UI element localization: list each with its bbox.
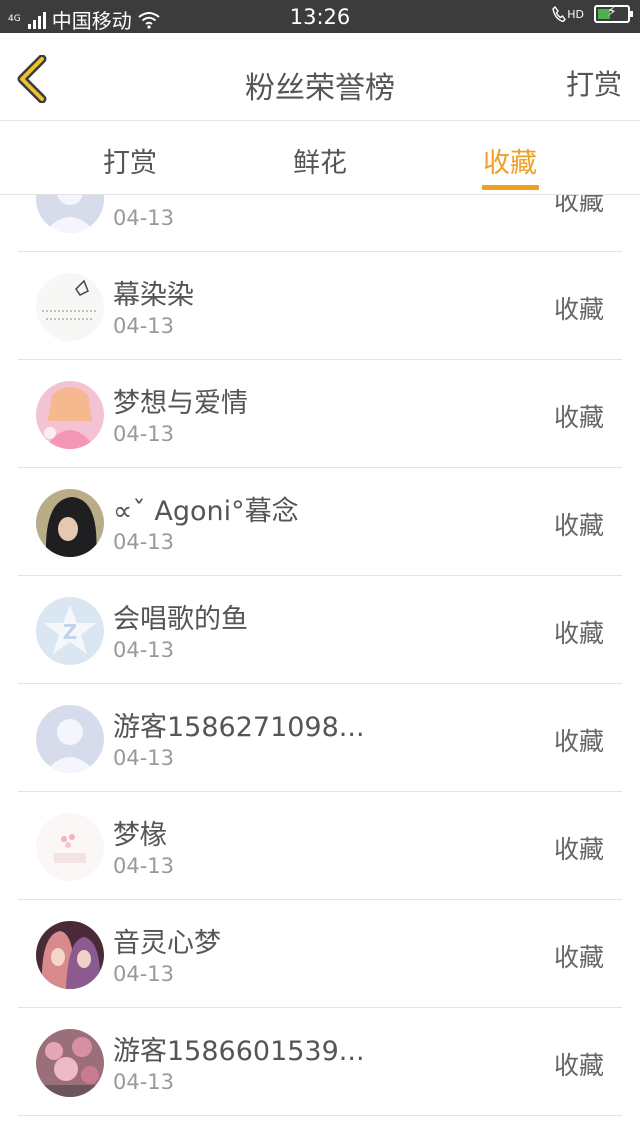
status-time: 13:26 [289,5,351,29]
avatar [36,273,104,341]
fan-action: 收藏 [553,511,604,540]
fan-name: 游客1586601539... [113,1036,365,1067]
status-bar: 4G 中国移动 13:26 HD ⚡ [0,0,640,33]
list-item[interactable]: Z 会唱歌的鱼 04-13 收藏 [18,576,622,684]
fan-list[interactable]: 04-13 收藏 幕染染 04-13 收藏 梦想与爱情 04-13 收藏 ∝ˇ … [0,142,640,1138]
svg-text:Z: Z [63,620,78,644]
page-title: 粉丝荣誉榜 [245,71,395,106]
fan-action: 收藏 [553,943,604,972]
avatar [36,1029,104,1097]
fan-date: 04-13 [113,962,175,986]
list-item[interactable]: 音灵心梦 04-13 收藏 [18,900,622,1008]
avatar [36,921,104,989]
fan-date: 04-13 [113,746,175,770]
fan-action: 收藏 [553,403,604,432]
avatar [36,489,104,557]
fan-name: ∝ˇ Agoni°暮念 [113,496,299,527]
list-item[interactable]: 游客1586601539... 04-13 收藏 [18,1008,622,1116]
list-item[interactable]: 游客1586271098... 04-13 收藏 [18,684,622,792]
fan-name: 游客1586271098... [113,712,365,743]
tab-reward[interactable]: 打赏 [70,141,190,180]
tab-favorites[interactable]: 收藏 [450,141,570,180]
fan-date: 04-13 [113,206,175,230]
charging-icon: ⚡ [607,4,617,20]
fan-date: 04-13 [113,314,175,338]
avatar [36,381,104,449]
status-right: HD ⚡ [552,4,633,23]
fan-name: 会唱歌的鱼 [113,604,248,635]
fan-date: 04-13 [113,1070,175,1094]
fan-action: 收藏 [553,727,604,756]
avatar [36,705,104,773]
tab-flowers[interactable]: 鲜花 [260,141,380,180]
fan-date: 04-13 [113,422,175,446]
app-header: 粉丝荣誉榜 打赏 [0,33,640,121]
fan-action: 收藏 [553,1051,604,1080]
fan-action: 收藏 [553,295,604,324]
fan-name: 音灵心梦 [113,928,221,959]
battery-icon: ⚡ [594,4,633,23]
fan-date: 04-13 [113,530,175,554]
fan-date: 04-13 [113,638,175,662]
fan-name: 幕染染 [113,280,194,311]
fan-action: 收藏 [553,619,604,648]
list-item[interactable]: ∝ˇ Agoni°暮念 04-13 收藏 [18,468,622,576]
fan-date: 04-13 [113,854,175,878]
fan-action: 收藏 [553,835,604,864]
active-tab-indicator [482,185,539,190]
hd-label: HD [567,7,584,21]
list-item[interactable]: 幕染染 04-13 收藏 [18,252,622,360]
fan-name: 梦想与爱情 [113,388,248,419]
list-item[interactable]: 梦想与爱情 04-13 收藏 [18,360,622,468]
tab-bar: 打赏 鲜花 收藏 [0,121,640,195]
avatar [36,813,104,881]
reward-button[interactable]: 打赏 [566,63,622,103]
fan-name: 梦椽 [113,820,167,851]
list-item[interactable]: 梦椽 04-13 收藏 [18,792,622,900]
avatar: Z [36,597,104,665]
hd-call-icon: HD [552,6,584,22]
